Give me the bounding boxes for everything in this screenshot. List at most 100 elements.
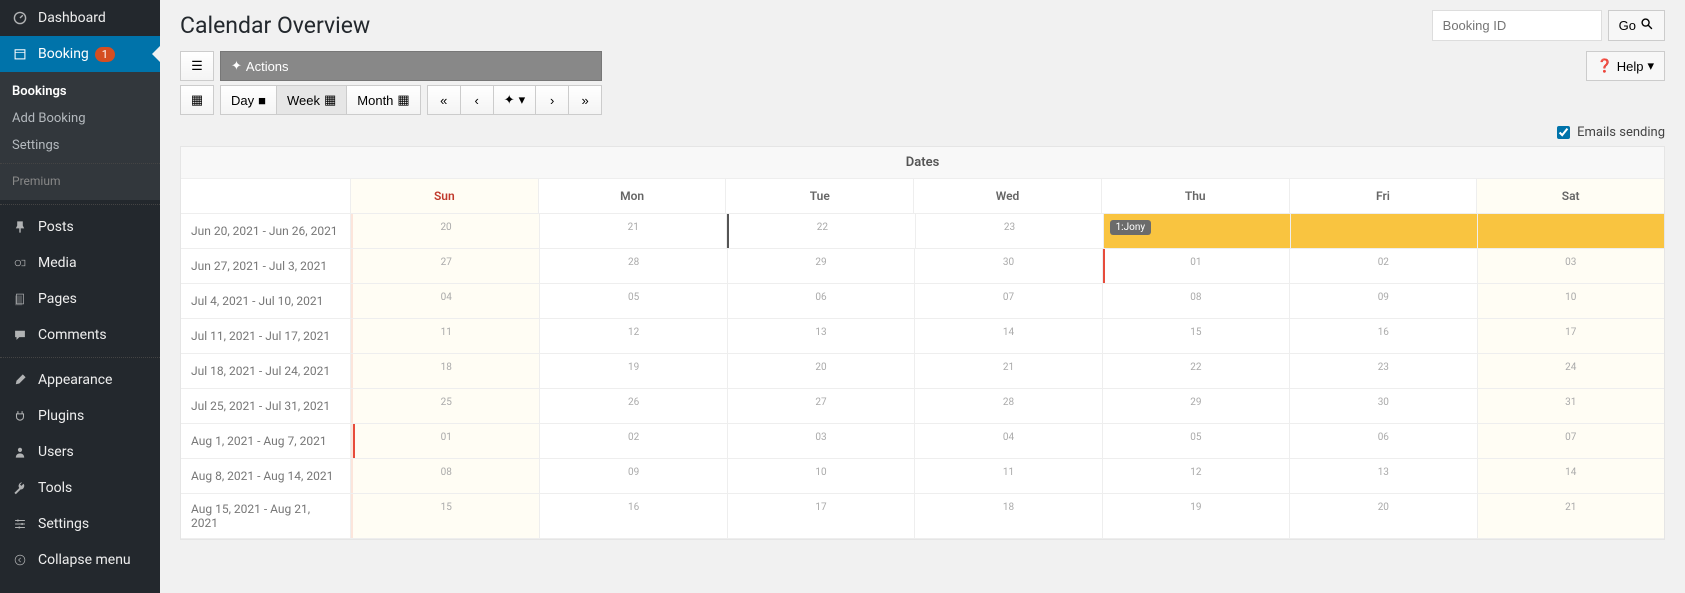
calendar-day-cell[interactable]: 27	[728, 389, 915, 423]
view-week-button[interactable]: Week ▦	[276, 85, 347, 115]
calendar-day-cell[interactable]: 10	[1478, 284, 1664, 318]
calendar-day-cell[interactable]: 16	[1290, 319, 1477, 353]
calendar-day-cell[interactable]: 28	[915, 389, 1102, 423]
calendar-day-cell[interactable]	[1291, 214, 1478, 248]
calendar-day-cell[interactable]: 09	[1290, 284, 1477, 318]
sidebar-item-settings[interactable]: Settings	[0, 506, 160, 542]
calendar-day-cell[interactable]: 08	[351, 459, 540, 493]
calendar-day-cell[interactable]: 11	[915, 459, 1102, 493]
calendar-day-cell[interactable]: 1:Jony	[1104, 214, 1291, 248]
calendar-day-cell[interactable]: 20	[351, 214, 540, 248]
calendar-day-cell[interactable]: 24	[1478, 354, 1664, 388]
nav-center-button[interactable]: ✦ ▾	[493, 85, 536, 115]
calendar-day-cell[interactable]: 29	[728, 249, 915, 283]
calendar-day-cell[interactable]: 14	[915, 319, 1102, 353]
calendar-day-cell[interactable]: 19	[1103, 494, 1290, 538]
calendar-day-cell[interactable]: 04	[351, 284, 540, 318]
sidebar-item-comments[interactable]: Comments	[0, 317, 160, 353]
calendar-day-cell[interactable]: 26	[540, 389, 727, 423]
calendar-day-cell[interactable]: 20	[1290, 494, 1477, 538]
calendar-day-cell[interactable]: 18	[351, 354, 540, 388]
calendar-day-cell[interactable]: 02	[1290, 249, 1477, 283]
booking-tag[interactable]: 1:Jony	[1110, 220, 1152, 235]
calendar-day-cell[interactable]: 13	[728, 319, 915, 353]
calendar-day-cell[interactable]: 12	[540, 319, 727, 353]
calendar-day-cell[interactable]: 31	[1478, 389, 1664, 423]
emails-sending-toggle[interactable]: Emails sending	[1557, 125, 1665, 140]
calendar-day-cell[interactable]: 10	[728, 459, 915, 493]
calendar-day-cell[interactable]: 17	[728, 494, 915, 538]
calendar-day-cell[interactable]: 15	[1103, 319, 1290, 353]
emails-sending-checkbox[interactable]	[1557, 126, 1570, 139]
calendar-day-cell[interactable]: 08	[1103, 284, 1290, 318]
nav-next-button[interactable]: ›	[535, 85, 569, 115]
sidebar-sub-bookings[interactable]: Bookings	[0, 78, 160, 105]
calendar-day-cell[interactable]: 15	[351, 494, 540, 538]
actions-button[interactable]: ✦ Actions	[220, 51, 602, 81]
calendar-day-cell[interactable]: 22	[1103, 354, 1290, 388]
calendar-day-cell[interactable]: 16	[540, 494, 727, 538]
calendar-day-cell[interactable]: 07	[915, 284, 1102, 318]
calendar-view-button[interactable]: ▦	[180, 85, 214, 115]
calendar-day-cell[interactable]: 13	[1290, 459, 1477, 493]
calendar-day-cell[interactable]	[1478, 214, 1664, 248]
calendar-day-cell[interactable]: 09	[540, 459, 727, 493]
help-button[interactable]: ❓ Help ▾	[1586, 51, 1665, 81]
calendar-day-cell[interactable]: 06	[1290, 424, 1477, 458]
sidebar-item-label: Appearance	[38, 372, 112, 388]
calendar-day-cell[interactable]: 11	[351, 319, 540, 353]
view-day-button[interactable]: Day ■	[220, 85, 277, 115]
calendar-day-cell[interactable]: 21	[915, 354, 1102, 388]
sidebar-item-posts[interactable]: Posts	[0, 209, 160, 245]
calendar-day-cell[interactable]: 23	[1290, 354, 1477, 388]
sidebar-item-collapse[interactable]: Collapse menu	[0, 542, 160, 578]
calendar-day-cell[interactable]: 25	[351, 389, 540, 423]
calendar-day-cell[interactable]: 21	[540, 214, 727, 248]
calendar-day-cell[interactable]: 23	[916, 214, 1103, 248]
calendar-day-cell[interactable]: 12	[1103, 459, 1290, 493]
sidebar-item-media[interactable]: Media	[0, 245, 160, 281]
calendar-day-cell[interactable]: 20	[728, 354, 915, 388]
double-right-icon: »	[582, 93, 589, 108]
chevron-left-icon: ‹	[475, 93, 479, 108]
calendar-day-cell[interactable]: 06	[728, 284, 915, 318]
calendar-day-cell[interactable]: 30	[915, 249, 1102, 283]
calendar-day-cell[interactable]: 30	[1290, 389, 1477, 423]
calendar-day-cell[interactable]: 28	[540, 249, 727, 283]
view-month-button[interactable]: Month ▦	[346, 85, 420, 115]
calendar-day-cell[interactable]: 07	[1478, 424, 1664, 458]
sidebar-item-booking[interactable]: Booking 1	[0, 36, 160, 72]
calendar-day-cell[interactable]: 19	[540, 354, 727, 388]
nav-prev-button[interactable]: ‹	[460, 85, 494, 115]
calendar-day-cell[interactable]: 14	[1478, 459, 1664, 493]
sidebar-item-users[interactable]: Users	[0, 434, 160, 470]
calendar-day-cell[interactable]: 21	[1478, 494, 1664, 538]
calendar-day-cell[interactable]: 05	[540, 284, 727, 318]
calendar-day-cell[interactable]: 27	[351, 249, 540, 283]
sidebar-item-appearance[interactable]: Appearance	[0, 362, 160, 398]
nav-last-button[interactable]: »	[568, 85, 602, 115]
sidebar-item-plugins[interactable]: Plugins	[0, 398, 160, 434]
sidebar-item-dashboard[interactable]: Dashboard	[0, 0, 160, 36]
calendar-day-cell[interactable]: 22	[727, 214, 916, 248]
sidebar-item-pages[interactable]: Pages	[0, 281, 160, 317]
calendar-week-label: Jul 18, 2021 - Jul 24, 2021	[181, 354, 351, 388]
sidebar-sub-add-booking[interactable]: Add Booking	[0, 105, 160, 132]
calendar-day-cell[interactable]: 02	[540, 424, 727, 458]
calendar-day-cell[interactable]: 04	[915, 424, 1102, 458]
calendar-day-cell[interactable]: 01	[351, 424, 540, 458]
search-go-button[interactable]: Go	[1608, 10, 1665, 41]
list-view-button[interactable]: ☰	[180, 51, 214, 81]
calendar-day-cell[interactable]: 03	[728, 424, 915, 458]
calendar-day-cell[interactable]: 03	[1478, 249, 1664, 283]
booking-id-input[interactable]	[1432, 10, 1602, 41]
calendar-day-cell[interactable]: 05	[1103, 424, 1290, 458]
sidebar-item-tools[interactable]: Tools	[0, 470, 160, 506]
calendar-day-cell[interactable]: 29	[1103, 389, 1290, 423]
sidebar-sub-settings[interactable]: Settings	[0, 132, 160, 159]
calendar-day-cell[interactable]: 17	[1478, 319, 1664, 353]
calendar-day-cell[interactable]: 18	[915, 494, 1102, 538]
nav-first-button[interactable]: «	[427, 85, 461, 115]
calendar-day-cell[interactable]: 01	[1103, 249, 1290, 283]
nav-group: « ‹ ✦ ▾ › »	[427, 85, 602, 115]
